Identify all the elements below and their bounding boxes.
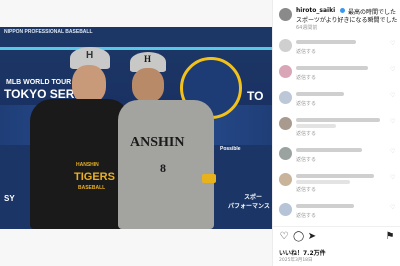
player-left-cap-logo: H: [86, 50, 94, 61]
sponsor-left-text: SY: [4, 194, 15, 203]
comment-like-icon[interactable]: ♡: [390, 93, 395, 99]
comment-meta[interactable]: 返信する: [296, 74, 316, 81]
post-date: 2025年3月18日: [279, 258, 313, 263]
comment-like-icon[interactable]: ♡: [390, 149, 395, 155]
comment-text: [296, 118, 380, 122]
post-photo-area: NIPPON PROFESSIONAL BASEBALL MLB WORLD T…: [0, 0, 272, 266]
caption-meta: 64週間前: [296, 25, 318, 31]
player-right-jersey: [118, 100, 214, 229]
comment-meta[interactable]: 返信する: [296, 186, 316, 193]
hoodie-text-line3: BASEBALL: [78, 185, 106, 191]
comment-item: 返信する ♡: [273, 36, 400, 60]
comment-like-icon[interactable]: ♡: [390, 119, 395, 125]
commenter-avatar[interactable]: [279, 147, 292, 160]
possible-text: Possible: [220, 146, 241, 152]
comment-item: 返信する ♡: [273, 144, 400, 168]
share-icon[interactable]: ➤: [307, 232, 317, 242]
post-sidebar: hiroto_saiki 最高の時間でした スポーツがより好きになる瞬間でした …: [272, 0, 400, 266]
bookmark-icon[interactable]: ⚑: [385, 232, 395, 242]
comment-text: [296, 174, 374, 178]
player-left-face: [72, 65, 106, 103]
comment-text: [296, 40, 356, 44]
sponsor-right-text: スポー: [244, 195, 263, 201]
post-photo[interactable]: NIPPON PROFESSIONAL BASEBALL MLB WORLD T…: [0, 27, 272, 229]
commenter-avatar[interactable]: [279, 39, 292, 52]
author-avatar[interactable]: [279, 8, 292, 21]
comment-item: 返信する ♡: [273, 200, 400, 224]
comment-like-icon[interactable]: ♡: [390, 41, 395, 47]
heart-icon[interactable]: ♡: [279, 232, 289, 242]
backdrop-top-text: NIPPON PROFESSIONAL BASEBALL: [4, 29, 93, 35]
comment-meta[interactable]: 返信する: [296, 130, 316, 137]
commenter-avatar[interactable]: [279, 117, 292, 130]
jersey-number: 8: [160, 161, 166, 175]
commenter-avatar[interactable]: [279, 173, 292, 186]
commenter-avatar[interactable]: [279, 65, 292, 78]
author-username[interactable]: hiroto_saiki: [296, 7, 335, 14]
comment-text-2: [296, 180, 350, 184]
sponsor-right-text-2: パフォーマンス: [228, 204, 270, 210]
comment-meta[interactable]: 返信する: [296, 156, 316, 163]
backdrop-cyan-strip: [0, 47, 272, 50]
comment-text: [296, 148, 362, 152]
hoodie-text-line2: TIGERS: [74, 171, 115, 183]
comment-item: 返信する ♡: [273, 88, 400, 112]
hoodie-text-line1: HANSHIN: [76, 162, 99, 168]
comment-item: 返信する ♡: [273, 62, 400, 86]
verified-badge-icon: [340, 8, 345, 13]
wristband: [202, 174, 216, 183]
backdrop-right-text: TO: [247, 89, 264, 103]
mlb-world-tour-text: MLB WORLD TOUR: [6, 79, 72, 86]
commenter-avatar[interactable]: [279, 203, 292, 216]
comment-text: [296, 66, 368, 70]
comment-item: 返信する ♡: [273, 114, 400, 138]
commenter-avatar[interactable]: [279, 91, 292, 104]
caption-line2: スポーツがより好きになる瞬間でした: [296, 17, 398, 24]
comment-text: [296, 204, 354, 208]
comment-meta[interactable]: 返信する: [296, 212, 316, 219]
comment-text-2: [296, 124, 336, 128]
comment-like-icon[interactable]: ♡: [390, 67, 395, 73]
jersey-text: ANSHIN: [130, 135, 185, 150]
comment-meta[interactable]: 返信する: [296, 100, 316, 107]
comment-like-icon[interactable]: ♡: [390, 175, 395, 181]
comment-icon[interactable]: ◯: [293, 232, 304, 242]
player-right-cap-logo: H: [144, 54, 152, 64]
actions-divider: [273, 226, 400, 227]
comment-like-icon[interactable]: ♡: [390, 205, 395, 211]
comment-meta[interactable]: 返信する: [296, 48, 316, 55]
likes-count[interactable]: いいね！7.2万件: [279, 248, 326, 257]
comment-item: 返信する ♡: [273, 170, 400, 194]
player-right-face: [132, 68, 164, 102]
comment-text: [296, 92, 344, 96]
